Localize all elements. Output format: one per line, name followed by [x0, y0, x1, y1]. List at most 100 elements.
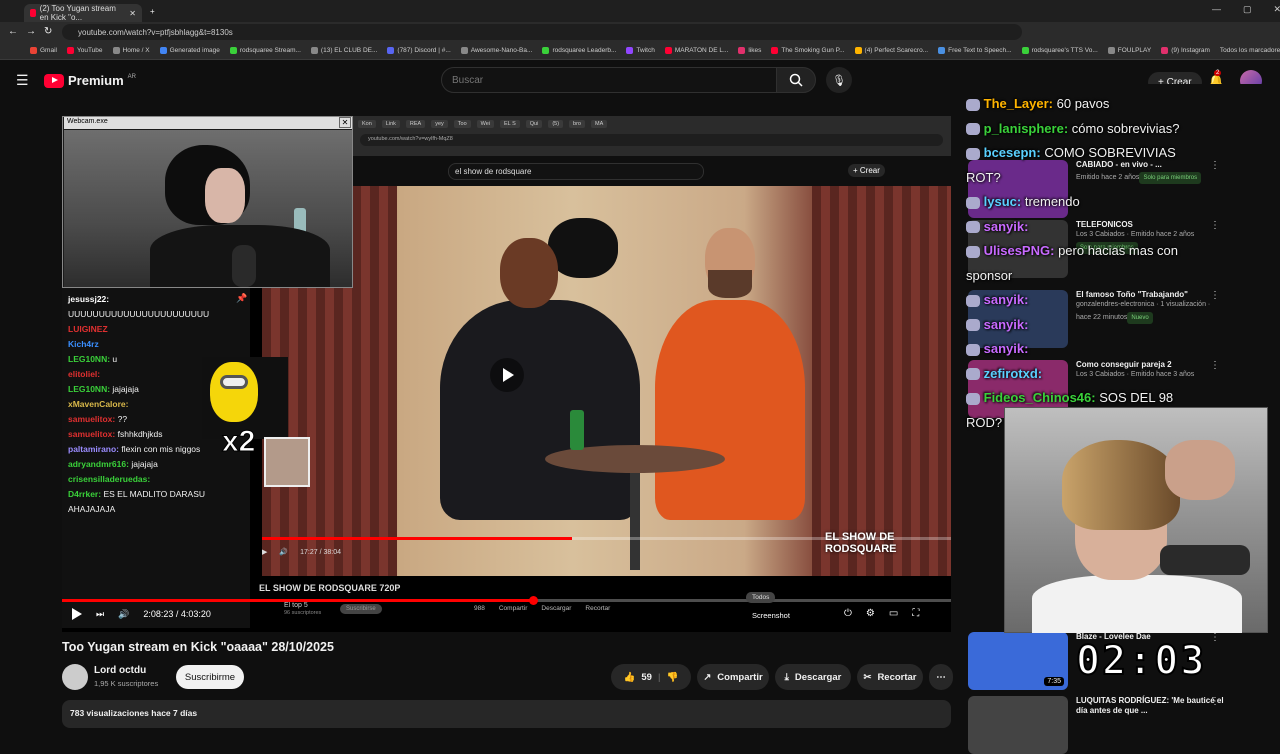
close-icon[interactable]: ✕: [339, 117, 351, 128]
chat-username: elitoliel:: [68, 369, 101, 379]
more-button[interactable]: ⋯: [929, 664, 953, 690]
pin-icon: 📌: [236, 293, 248, 303]
bookmark-item[interactable]: Awesome-Nano-Ba...: [460, 47, 532, 54]
next-icon[interactable]: ⏭: [96, 609, 104, 620]
download-button[interactable]: ⤓ Descargar: [775, 664, 851, 690]
emote-icon: [966, 319, 980, 332]
fullscreen-icon[interactable]: ⛶: [912, 608, 919, 619]
back-icon[interactable]: ←: [8, 26, 18, 37]
more-dots-icon[interactable]: ⋮: [1210, 696, 1220, 707]
player-controls: ⏭ 🔊 2:08:23 / 4:03:20: [72, 608, 211, 620]
inner-controls: ▶ 🔊 17:27 / 38:04: [262, 548, 341, 557]
bookmark-item[interactable]: Twitch: [626, 47, 655, 54]
chat-message: crisensilladeruedas:: [68, 472, 244, 487]
chat-username: Fideos_Chinos46:: [983, 390, 1096, 405]
bookmark-label: Generated image: [169, 47, 220, 54]
channel-avatar[interactable]: [62, 664, 88, 690]
chat-username: The_Layer:: [983, 96, 1053, 111]
chat-username: adryandmr616:: [68, 459, 129, 469]
more-dots-icon[interactable]: ⋮: [1210, 360, 1220, 371]
bookmark-item[interactable]: Gmail: [30, 47, 57, 54]
like-icon[interactable]: 👍: [624, 672, 636, 683]
close-icon[interactable]: ✕: [129, 9, 136, 18]
clip-button[interactable]: ✂ Recortar: [857, 664, 923, 690]
bookmark-label: Home / X: [122, 47, 150, 54]
share-icon: ↗: [703, 671, 712, 683]
menu-icon[interactable]: ☰: [16, 72, 29, 89]
share-button[interactable]: ↗ Compartir: [697, 664, 769, 690]
duration-badge: 7:35: [1044, 677, 1064, 686]
bookmark-item[interactable]: rodsquaree's TTS Vo...: [1021, 47, 1098, 54]
bookmark-favicon-icon: [66, 47, 74, 54]
youtube-logo[interactable]: Premium AR: [44, 73, 136, 88]
chat-text: ??: [117, 414, 128, 424]
bookmark-favicon-icon: [112, 47, 120, 54]
browser-tab-bar: (2) Too Yugan stream en Kick "o... ✕ +: [0, 0, 1280, 22]
bookmark-item[interactable]: Generated image: [159, 47, 220, 54]
close-window-icon[interactable]: ✕: [1274, 4, 1280, 15]
chat-message: jesussj22:: [68, 292, 244, 307]
bookmark-item[interactable]: (787) Discord | #...: [387, 47, 451, 54]
bookmark-item[interactable]: Free Text to Speech...: [938, 47, 1012, 54]
minimize-icon[interactable]: —: [1212, 4, 1221, 15]
chat-message: UlisesPNG: pero hacias mas con sponsor: [966, 239, 1211, 288]
emote-icon: [966, 392, 980, 405]
chat-username: D4rrker:: [68, 489, 102, 499]
chat-message: p_lanisphere: cómo sobrevivias?: [966, 117, 1211, 142]
bookmark-item[interactable]: (13) EL CLUB DE...: [310, 47, 377, 54]
chat-text: tremendo: [1024, 194, 1080, 209]
search-button[interactable]: [776, 67, 816, 93]
chat-message: bcesepn: COMO SOBREVIVIAS ROT?: [966, 141, 1211, 190]
youtube-play-icon: [44, 73, 64, 88]
settings-gear-icon[interactable]: ⚙: [866, 608, 875, 619]
search-icon: [789, 73, 803, 87]
bookmark-item[interactable]: rodsquaree Leaderb...: [542, 47, 616, 54]
voice-search-button[interactable]: 🎙: [826, 67, 852, 93]
url-field[interactable]: youtube.com/watch?v=ptfjsbhlagg&t=8130s: [62, 24, 1022, 40]
scene-bottle: [570, 410, 584, 450]
search-input[interactable]: [441, 67, 777, 93]
subscribe-button[interactable]: Suscribirme: [176, 665, 244, 689]
more-dots-icon[interactable]: ⋮: [1210, 632, 1220, 643]
bookmark-item[interactable]: FOULPLAY: [1107, 47, 1151, 54]
streamer-figure: [205, 168, 245, 223]
bookmark-item[interactable]: (9) Instagram: [1161, 47, 1210, 54]
play-icon[interactable]: [72, 608, 82, 620]
chat-username: UlisesPNG:: [983, 243, 1055, 258]
description-box[interactable]: 783 visualizaciones hace 7 días: [62, 700, 951, 728]
chat-username: xMavenCalore:: [68, 399, 129, 409]
theater-mode-icon[interactable]: ▭: [889, 608, 898, 619]
more-dots-icon[interactable]: ⋮: [1210, 220, 1220, 231]
bookmark-item[interactable]: Home / X: [112, 47, 150, 54]
scissors-icon: ✂: [863, 671, 872, 683]
bookmark-item[interactable]: The Smoking Gun P...: [771, 47, 845, 54]
more-dots-icon[interactable]: ⋮: [1210, 160, 1220, 171]
bookmark-item[interactable]: MARATON DE L...: [664, 47, 728, 54]
bookmark-item[interactable]: YouTube: [66, 47, 103, 54]
chat-message: sanyik:: [966, 288, 1211, 313]
channel-name[interactable]: Lord octdu: [94, 665, 146, 676]
autoplay-toggle-icon[interactable]: ⏻: [844, 608, 852, 619]
bookmark-favicon-icon: [771, 47, 779, 54]
chat-text: flexin con mis niggos: [121, 444, 201, 454]
dislike-icon[interactable]: 👎: [667, 672, 679, 683]
new-tab-icon[interactable]: +: [150, 7, 155, 16]
bookmark-item[interactable]: likes: [738, 47, 761, 54]
recommendation-thumbnail[interactable]: [968, 696, 1068, 754]
volume-icon[interactable]: 🔊: [118, 609, 129, 620]
reload-icon[interactable]: ↻: [44, 26, 52, 37]
bookmark-item[interactable]: (4) Perfect Scarecro...: [854, 47, 928, 54]
chat-username: sanyik:: [983, 316, 1029, 332]
forward-icon[interactable]: →: [26, 26, 36, 37]
youtube-favicon-icon: [30, 9, 36, 17]
all-bookmarks[interactable]: Todos los marcadores: [1220, 47, 1280, 54]
more-dots-icon[interactable]: ⋮: [1210, 290, 1220, 301]
recommendation-thumbnail[interactable]: 7:35: [968, 632, 1068, 690]
bookmark-item[interactable]: rodsquaree Stream...: [229, 47, 301, 54]
emote-icon: [966, 294, 980, 307]
recommendation-text[interactable]: LUQUITAS RODRÍGUEZ: 'Me bauticé el día a…: [1076, 696, 1226, 716]
emote-icon: [966, 123, 980, 136]
maximize-icon[interactable]: ▢: [1243, 4, 1252, 15]
chat-message: adryandmr616: jajajaja: [68, 457, 244, 472]
browser-tab[interactable]: (2) Too Yugan stream en Kick "o... ✕: [24, 4, 142, 22]
